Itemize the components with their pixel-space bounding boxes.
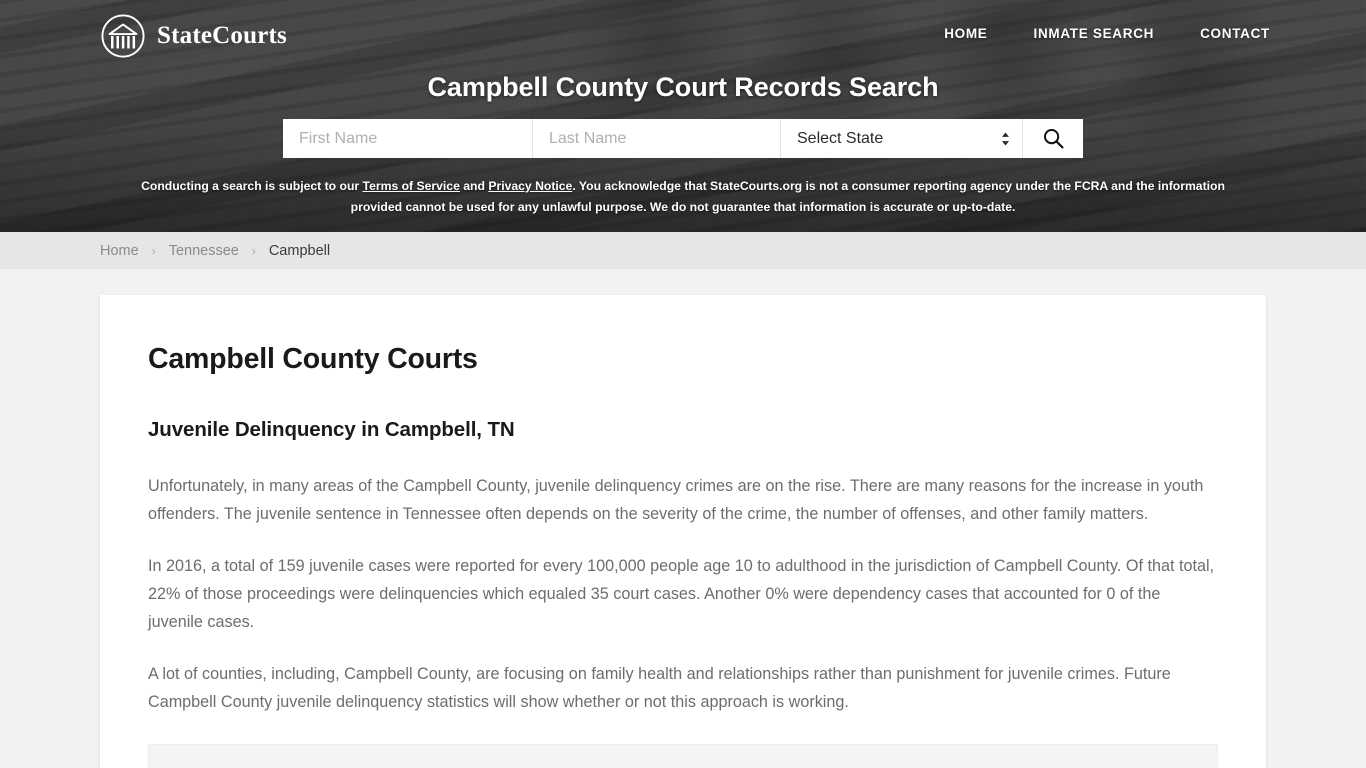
chevron-right-icon: › — [151, 243, 156, 258]
hero-banner: StateCourts HOME INMATE SEARCH CONTACT C… — [0, 0, 1366, 232]
nav-inmate-search[interactable]: INMATE SEARCH — [1034, 26, 1155, 41]
courthouse-circle-icon — [101, 14, 145, 58]
nav-home[interactable]: HOME — [944, 26, 987, 41]
terms-of-service-link[interactable]: Terms of Service — [363, 179, 460, 193]
paragraph-overview: Unfortunately, in many areas of the Camp… — [148, 477, 1204, 523]
section-title-juvenile-delinquency: Juvenile Delinquency in Campbell, TN — [148, 418, 515, 441]
privacy-notice-link[interactable]: Privacy Notice — [488, 179, 572, 193]
nav-contact[interactable]: CONTACT — [1200, 26, 1270, 41]
breadcrumb-item-home[interactable]: Home — [100, 243, 139, 259]
lower-content-panel — [148, 744, 1218, 768]
disclaimer-text-2: and — [459, 179, 489, 193]
search-icon — [1043, 129, 1063, 149]
page-title: Campbell County Courts — [148, 343, 478, 375]
hero-title: Campbell County Court Records Search — [427, 72, 939, 102]
search-submit-button[interactable] — [1022, 119, 1083, 158]
breadcrumb-item-tennessee[interactable]: Tennessee — [169, 243, 239, 259]
state-select[interactable]: Select State — [781, 119, 1022, 158]
content-card: Campbell County Courts Juvenile Delinque… — [100, 295, 1266, 768]
last-name-input[interactable] — [532, 119, 780, 158]
brand-name: StateCourts — [157, 22, 287, 49]
breadcrumb-bar: Home › Tennessee › Campbell — [0, 232, 1366, 269]
breadcrumb-item-campbell: Campbell — [268, 242, 331, 259]
state-select-wrapper: Select State — [780, 119, 1022, 158]
court-records-search-form: Select State — [283, 119, 1083, 158]
first-name-input[interactable] — [283, 119, 532, 158]
chevron-right-icon: › — [251, 243, 256, 258]
search-disclaimer: Conducting a search is subject to our Te… — [133, 176, 1233, 218]
disclaimer-text-1: Conducting a search is subject to our — [141, 179, 363, 193]
paragraph-outlook: A lot of counties, including, Campbell C… — [148, 665, 1171, 711]
page-body: Campbell County Courts Juvenile Delinque… — [0, 269, 1366, 768]
site-logo-link[interactable]: StateCourts — [100, 13, 287, 59]
breadcrumb: Home › Tennessee › Campbell — [0, 243, 330, 259]
main-navigation: HOME INMATE SEARCH CONTACT — [944, 26, 1270, 41]
paragraph-statistics: In 2016, a total of 159 juvenile cases w… — [148, 557, 1215, 631]
